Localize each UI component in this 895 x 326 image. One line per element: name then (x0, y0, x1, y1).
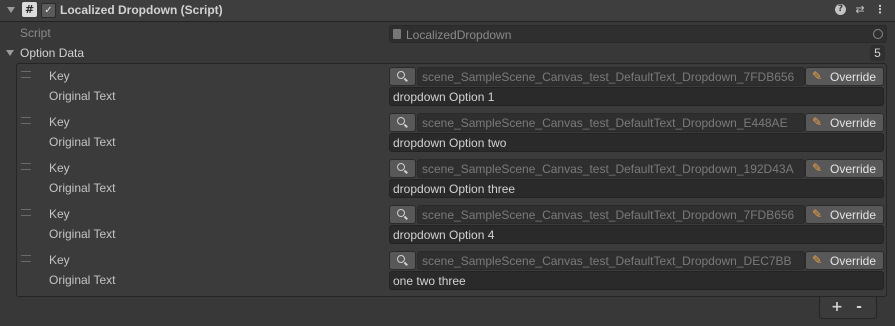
key-field[interactable]: scene_SampleScene_Canvas_test_DefaultTex… (417, 205, 805, 224)
drag-handle-icon[interactable] (21, 255, 31, 262)
search-button[interactable] (389, 159, 416, 178)
override-button[interactable]: ✎ Override (805, 251, 884, 270)
pencil-icon: ✎ (812, 253, 823, 267)
pencil-icon: ✎ (812, 69, 823, 83)
option-data-label[interactable]: Option Data (20, 46, 84, 60)
key-label: Key (49, 207, 70, 221)
key-label: Key (49, 161, 70, 175)
search-button[interactable] (389, 205, 416, 224)
original-text-field[interactable]: dropdown Option two (389, 133, 884, 152)
key-value: scene_SampleScene_Canvas_test_DefaultTex… (422, 162, 794, 176)
list-item: Key scene_SampleScene_Canvas_test_Defaul… (17, 248, 886, 294)
list-footer: + - (819, 297, 877, 319)
option-count-field[interactable]: 5 (870, 45, 885, 61)
pencil-icon: ✎ (812, 161, 823, 175)
original-text-value: dropdown Option three (393, 182, 516, 196)
drag-handle-icon[interactable] (21, 117, 31, 124)
key-label: Key (49, 115, 70, 129)
component-title: Localized Dropdown (Script) (60, 3, 223, 17)
list-item: Key scene_SampleScene_Canvas_test_Defaul… (17, 156, 886, 202)
original-text-value: dropdown Option 4 (393, 228, 495, 242)
override-label: Override (830, 254, 877, 268)
pencil-icon: ✎ (812, 115, 823, 129)
script-icon: # (22, 2, 37, 17)
override-button[interactable]: ✎ Override (805, 67, 884, 86)
key-value: scene_SampleScene_Canvas_test_DefaultTex… (422, 208, 795, 222)
script-field[interactable]: LocalizedDropdown (389, 25, 887, 43)
pencil-icon: ✎ (812, 207, 823, 221)
script-file-icon (393, 29, 401, 39)
original-text-value: dropdown Option 1 (393, 90, 495, 104)
original-text-label: Original Text (49, 135, 116, 149)
original-text-label: Original Text (49, 181, 116, 195)
override-label: Override (830, 70, 877, 84)
key-field[interactable]: scene_SampleScene_Canvas_test_DefaultTex… (417, 159, 805, 178)
key-value: scene_SampleScene_Canvas_test_DefaultTex… (422, 70, 795, 84)
drag-handle-icon[interactable] (21, 163, 31, 170)
preset-icon[interactable]: ⇄ (853, 3, 867, 17)
script-value: LocalizedDropdown (406, 28, 512, 42)
original-text-field[interactable]: dropdown Option 4 (389, 225, 884, 244)
drag-handle-icon[interactable] (21, 209, 31, 216)
original-text-value: dropdown Option two (393, 136, 507, 150)
override-label: Override (830, 116, 877, 130)
list-item: Key scene_SampleScene_Canvas_test_Defaul… (17, 202, 886, 248)
option-list: Key scene_SampleScene_Canvas_test_Defaul… (16, 63, 887, 297)
enabled-checkbox[interactable]: ✓ (41, 3, 56, 18)
original-text-label: Original Text (49, 89, 116, 103)
override-button[interactable]: ✎ Override (805, 113, 884, 132)
foldout-arrow-icon[interactable] (7, 7, 15, 13)
remove-button[interactable]: - (850, 299, 868, 315)
original-text-field[interactable]: dropdown Option three (389, 179, 884, 198)
original-text-value: one two three (393, 274, 466, 288)
add-button[interactable]: + (828, 299, 846, 315)
original-text-field[interactable]: one two three (389, 271, 884, 290)
original-text-field[interactable]: dropdown Option 1 (389, 87, 884, 106)
drag-handle-icon[interactable] (21, 71, 31, 78)
override-label: Override (830, 208, 877, 222)
key-field[interactable]: scene_SampleScene_Canvas_test_DefaultTex… (417, 113, 805, 132)
original-text-label: Original Text (49, 227, 116, 241)
key-label: Key (49, 69, 70, 83)
help-icon[interactable]: ? (835, 4, 846, 15)
option-data-foldout-icon[interactable] (6, 50, 14, 56)
original-text-label: Original Text (49, 273, 116, 287)
search-button[interactable] (389, 251, 416, 270)
object-picker-icon[interactable] (873, 29, 883, 39)
key-field[interactable]: scene_SampleScene_Canvas_test_DefaultTex… (417, 251, 805, 270)
component-header[interactable]: # ✓ Localized Dropdown (Script) ? ⇄ ⋮ (0, 0, 895, 22)
override-button[interactable]: ✎ Override (805, 205, 884, 224)
list-item: Key scene_SampleScene_Canvas_test_Defaul… (17, 110, 886, 156)
override-label: Override (830, 162, 877, 176)
search-button[interactable] (389, 67, 416, 86)
key-label: Key (49, 253, 70, 267)
key-field[interactable]: scene_SampleScene_Canvas_test_DefaultTex… (417, 67, 805, 86)
search-button[interactable] (389, 113, 416, 132)
list-item: Key scene_SampleScene_Canvas_test_Defaul… (17, 64, 886, 110)
key-value: scene_SampleScene_Canvas_test_DefaultTex… (422, 254, 792, 268)
key-value: scene_SampleScene_Canvas_test_DefaultTex… (422, 116, 788, 130)
kebab-menu-icon[interactable]: ⋮ (873, 3, 887, 17)
override-button[interactable]: ✎ Override (805, 159, 884, 178)
script-label: Script (20, 26, 51, 40)
